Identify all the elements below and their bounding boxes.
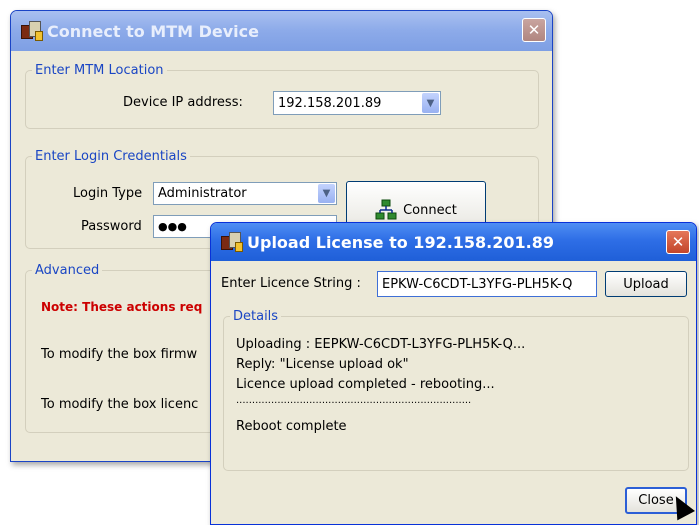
details-legend: Details (233, 309, 279, 324)
login-type-label: Login Type (73, 186, 143, 201)
password-value: ●●● (158, 220, 187, 233)
connect-window-title: Connect to MTM Device (47, 21, 259, 41)
detail-line: Reply: "License upload ok" (236, 357, 409, 372)
licence-text: To modify the box licenc (41, 397, 199, 412)
app-icon (221, 232, 243, 252)
advanced-note: Note: These actions req (41, 300, 203, 314)
ip-combo[interactable]: 192.158.201.89 ▼ (273, 91, 441, 115)
upload-close-button[interactable]: ✕ (666, 230, 690, 254)
firmware-text: To modify the box firmw (41, 347, 198, 362)
network-icon (375, 199, 397, 220)
upload-window-titlebar[interactable]: Upload License to 192.158.201.89 ✕ (211, 223, 696, 261)
ip-label: Device IP address: (123, 95, 243, 110)
mtm-location-legend: Enter MTM Location (35, 63, 164, 78)
ip-value: 192.158.201.89 (278, 95, 382, 111)
login-type-combo[interactable]: Administrator ▼ (153, 182, 337, 205)
detail-line: Reboot complete (236, 419, 347, 434)
detail-line: Uploading : EEPKW-C6CDT-L3YFG-PLH5K-Q... (236, 337, 526, 352)
upload-label: Upload (623, 276, 669, 292)
password-label: Password (81, 219, 142, 234)
connect-window-titlebar[interactable]: Connect to MTM Device ✕ (11, 11, 552, 51)
licence-string-label: Enter Licence String : (221, 276, 361, 291)
advanced-legend: Advanced (35, 263, 100, 278)
app-icon (21, 21, 43, 41)
upload-window: Upload License to 192.158.201.89 ✕ Enter… (210, 222, 697, 525)
close-icon: ✕ (527, 21, 541, 39)
close-icon: ✕ (671, 233, 685, 251)
upload-button[interactable]: Upload (605, 271, 687, 297)
login-type-value: Administrator (158, 186, 247, 201)
upload-window-title: Upload License to 192.158.201.89 (247, 232, 554, 252)
detail-line: ........................................… (236, 395, 472, 406)
login-credentials-legend: Enter Login Credentials (35, 149, 187, 164)
chevron-down-icon[interactable]: ▼ (422, 93, 439, 113)
licence-string-value: EPKW-C6CDT-L3YFG-PLH5K-Q (382, 276, 573, 292)
connect-close-button[interactable]: ✕ (522, 18, 546, 42)
connect-label: Connect (403, 202, 457, 218)
detail-line: Licence upload completed - rebooting... (236, 377, 495, 392)
chevron-down-icon[interactable]: ▼ (318, 184, 335, 203)
licence-string-input[interactable]: EPKW-C6CDT-L3YFG-PLH5K-Q (377, 271, 597, 297)
